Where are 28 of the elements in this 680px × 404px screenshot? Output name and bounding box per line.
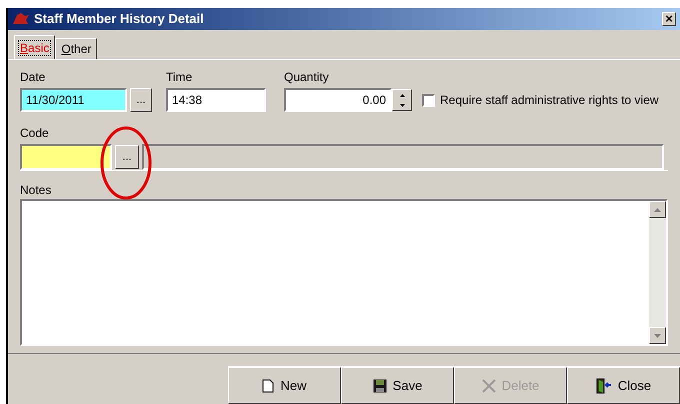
field-label: Code xyxy=(20,125,50,140)
app-logo-icon xyxy=(12,12,30,26)
window-title: Staff Member History Detail xyxy=(34,10,205,28)
notes-field[interactable] xyxy=(20,199,668,346)
scroll-up-icon xyxy=(654,208,661,212)
toolbar-button[interactable]: Close xyxy=(567,367,680,404)
spin-buttons[interactable] xyxy=(392,89,412,111)
checkbox-label: Require staff administrative rights to view xyxy=(440,92,659,109)
quantity-field[interactable]: 0.00 xyxy=(284,88,392,112)
field-label: Notes xyxy=(20,182,52,197)
toolbar-button[interactable]: Save xyxy=(341,367,454,404)
toolbar-button[interactable]: New xyxy=(228,367,341,404)
scroll-down-icon xyxy=(654,334,661,338)
door-exit-icon xyxy=(596,378,612,394)
date-picker-button[interactable]: ... xyxy=(130,88,152,112)
date-field[interactable]: 11/30/2011 xyxy=(20,88,127,112)
code-field[interactable] xyxy=(20,144,112,170)
scrollbar[interactable] xyxy=(649,201,666,344)
tab[interactable]: Other xyxy=(55,38,98,59)
checkbox[interactable] xyxy=(422,94,435,106)
field-label: Date xyxy=(20,69,46,84)
field-label: Quantity xyxy=(284,69,330,84)
time-field[interactable]: 14:38 xyxy=(166,88,266,112)
document-icon xyxy=(262,378,274,392)
field-label: Time xyxy=(166,69,194,84)
code-lookup-button[interactable]: ... xyxy=(115,145,139,169)
x-mark-icon xyxy=(482,378,496,392)
close-button[interactable]: × xyxy=(662,12,676,26)
